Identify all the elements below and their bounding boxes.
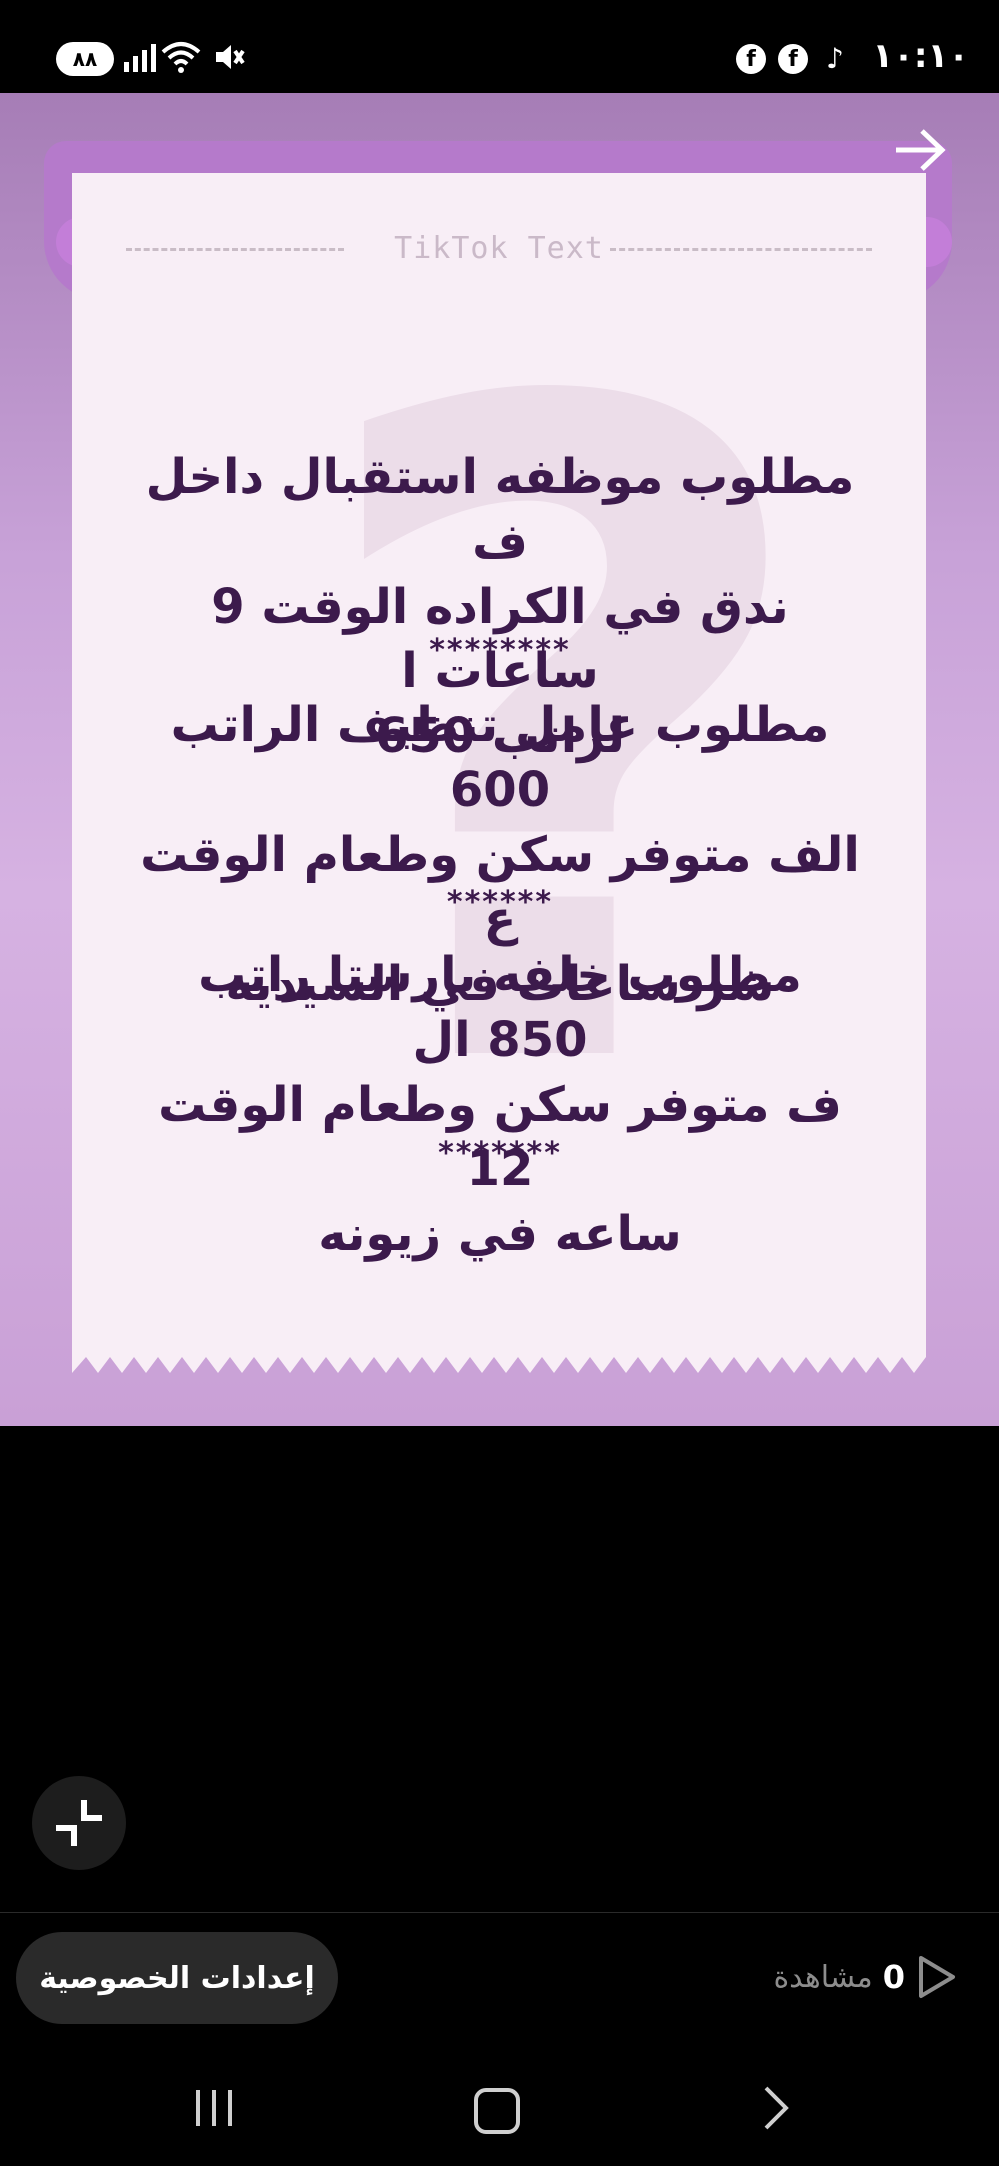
signal-icon: [124, 42, 156, 72]
paper-header-label: TikTok Text: [394, 231, 604, 266]
separator: ******: [446, 885, 554, 920]
clock: ١٠:١٠: [872, 36, 969, 76]
mute-icon: [216, 45, 245, 69]
job-post-3: مطلوب خلفه بارستا راتب 850 ال ف متوفر سك…: [158, 947, 842, 1263]
separator: *******: [438, 1136, 562, 1171]
wifi-icon: [161, 42, 201, 73]
play-icon: [919, 1956, 955, 1998]
status-bar: ٨٨ f f ♪ ١٠:١٠: [0, 0, 999, 93]
facebook-icon: f: [778, 44, 808, 74]
views-counter[interactable]: 0 مشاهدة: [773, 1954, 959, 2000]
views-count: 0: [882, 1958, 905, 1996]
collapse-button[interactable]: [32, 1776, 126, 1870]
views-label: مشاهدة: [773, 1959, 873, 1995]
facebook-icon: f: [736, 44, 766, 74]
battery-indicator: ٨٨: [56, 42, 114, 76]
separator: ********: [429, 633, 571, 668]
privacy-settings-button[interactable]: إعدادات الخصوصية: [16, 1932, 338, 2024]
system-nav-bar: [0, 2060, 999, 2166]
divider: [0, 1912, 999, 1913]
tiktok-icon: ♪: [826, 42, 844, 75]
share-arrow-icon[interactable]: [892, 125, 948, 175]
back-button[interactable]: [756, 2082, 796, 2134]
recents-button[interactable]: [196, 2090, 232, 2126]
home-button[interactable]: [474, 2088, 520, 2134]
collapse-icon: [56, 1800, 102, 1846]
paper-torn-edge: [72, 1353, 926, 1373]
story-card[interactable]: ? TikTok Text مطلوب موظفه استقبال داخل ف…: [0, 93, 999, 1426]
